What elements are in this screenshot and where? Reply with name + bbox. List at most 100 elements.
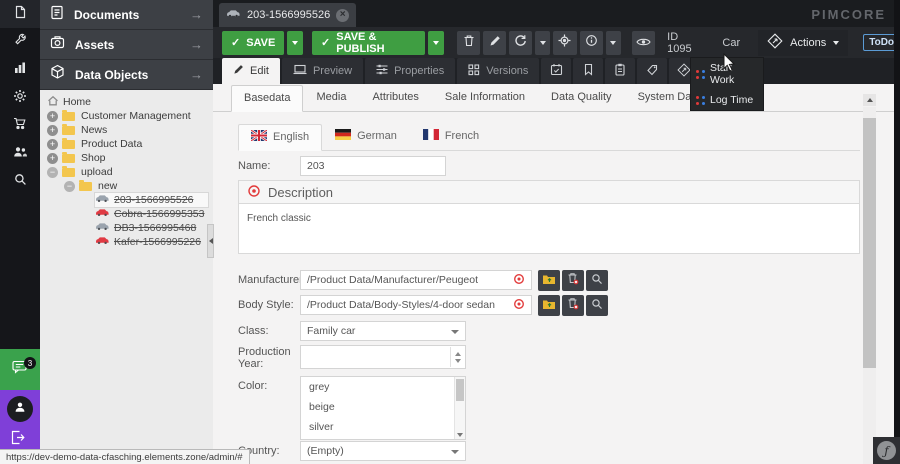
class-select[interactable]: Family car [300, 321, 466, 341]
tree-item-news[interactable]: + News [40, 123, 213, 137]
info-button[interactable] [580, 31, 603, 55]
users-rail-button[interactable] [0, 140, 40, 168]
open-preview-button[interactable] [632, 31, 655, 55]
selected-tree-row: 203-1566995526 [95, 193, 208, 207]
close-tab-icon[interactable]: × [336, 9, 349, 22]
color-list-scrollbar[interactable] [454, 377, 465, 439]
tree-item-shop[interactable]: + Shop [40, 151, 213, 165]
expand-plus-icon[interactable]: + [47, 139, 58, 150]
save-dropdown-button[interactable] [287, 31, 303, 55]
lang-tab-english[interactable]: English [238, 124, 322, 151]
eye-icon [636, 34, 651, 52]
folder-icon [79, 182, 92, 191]
left-icon-rail: 3 C9 [0, 0, 40, 464]
country-value: (Empty) [307, 445, 344, 457]
subtab-sale-information[interactable]: Sale Information [432, 84, 538, 111]
tree-item-db3[interactable]: DB3-1566995468 [40, 221, 213, 235]
accordion-documents[interactable]: Documents → [40, 0, 213, 30]
manufacturer-open-button[interactable] [538, 270, 560, 291]
country-select[interactable]: (Empty) [300, 441, 466, 461]
tree-item-customer-management[interactable]: + Customer Management [40, 109, 213, 123]
tab-bookmarks[interactable] [573, 58, 603, 84]
tree-item-home[interactable]: Home [40, 95, 213, 109]
color-option-silver[interactable]: silver [301, 417, 465, 437]
refresh-icon [514, 34, 527, 52]
body-style-open-button[interactable] [538, 295, 560, 316]
tab-preview[interactable]: Preview [282, 58, 363, 84]
save-button[interactable]: ✓ SAVE [222, 31, 284, 55]
save-publish-dropdown-button[interactable] [428, 31, 444, 55]
manufacturer-remove-button[interactable] [562, 270, 584, 291]
color-option-beige[interactable]: beige [301, 397, 465, 417]
accordion-assets[interactable]: Assets → [40, 30, 213, 60]
tree-item-kafer[interactable]: Kafer-1566995226 [40, 235, 213, 249]
tree-item-product-data[interactable]: + Product Data [40, 137, 213, 151]
body-style-href-input[interactable]: /Product Data/Body-Styles/4-door sedan [300, 295, 532, 315]
open-object-tab[interactable]: 203-1566995526 × [219, 3, 356, 27]
collapse-minus-icon[interactable]: − [47, 167, 58, 178]
tab-edit[interactable]: Edit [222, 58, 280, 84]
expand-plus-icon[interactable]: + [47, 111, 58, 122]
collapse-minus-icon[interactable]: − [64, 181, 75, 192]
tree-item-new[interactable]: − new [40, 179, 213, 193]
tree-item-203[interactable]: 203-1566995526 [40, 193, 213, 207]
tab-tags[interactable] [637, 58, 667, 84]
scrollbar-track[interactable] [863, 107, 876, 464]
manufacturer-search-button[interactable] [586, 270, 608, 291]
accordion-data-objects[interactable]: Data Objects → [40, 60, 213, 90]
rename-button[interactable] [483, 31, 506, 55]
reports-rail-button[interactable] [0, 56, 40, 84]
spinner-arrows[interactable] [450, 347, 464, 367]
info-icon [585, 34, 598, 52]
edit-panel-scrollbar[interactable] [863, 94, 877, 464]
settings-rail-button[interactable] [0, 28, 40, 56]
lang-tab-french[interactable]: French [410, 123, 492, 150]
workflow-transition-icon [696, 96, 705, 105]
reload-button[interactable] [509, 31, 532, 55]
subtab-attributes[interactable]: Attributes [359, 84, 431, 111]
notifications-rail-button[interactable]: 3 [0, 349, 40, 390]
tab-edit-label: Edit [250, 65, 269, 77]
actions-dropdown-button[interactable]: Actions [758, 30, 848, 56]
tree-item-upload[interactable]: − upload [40, 165, 213, 179]
scrollbar-thumb[interactable] [863, 118, 876, 368]
user-avatar[interactable] [7, 396, 33, 422]
reload-dropdown-button[interactable] [535, 31, 550, 55]
documents-rail-button[interactable] [0, 0, 40, 28]
search-rail-button[interactable] [0, 168, 40, 196]
tab-versions[interactable]: Versions [457, 58, 539, 84]
tab-schedule[interactable] [541, 58, 571, 84]
gear-rail-button[interactable] [0, 84, 40, 112]
save-publish-button[interactable]: ✓ SAVE & PUBLISH [312, 31, 425, 55]
subtab-basedata[interactable]: Basedata [231, 85, 303, 112]
lang-tab-german[interactable]: German [322, 123, 410, 150]
subtab-data-quality[interactable]: Data Quality [538, 84, 625, 111]
tab-notes[interactable] [605, 58, 635, 84]
body-style-remove-button[interactable] [562, 295, 584, 316]
info-dropdown-button[interactable] [606, 31, 621, 55]
ecommerce-rail-button[interactable] [0, 112, 40, 140]
expand-plus-icon[interactable]: + [47, 125, 58, 136]
scrollbar-thumb[interactable] [456, 379, 464, 401]
body-style-search-button[interactable] [586, 295, 608, 316]
production-year-spinner[interactable] [300, 345, 466, 369]
color-option-grey[interactable]: grey [301, 377, 465, 397]
delete-button[interactable] [457, 31, 480, 55]
description-editor[interactable]: French classic [238, 204, 860, 254]
tree-item-cobra[interactable]: Cobra-1566995353 [40, 207, 213, 221]
locate-in-tree-button[interactable] [553, 31, 576, 55]
scroll-up-button[interactable] [863, 94, 876, 106]
accordion-data-objects-label: Data Objects [75, 68, 190, 82]
trash-remove-icon [567, 297, 579, 315]
menu-item-log-time[interactable]: Log Time [691, 90, 763, 110]
sidebar-collapse-handle[interactable] [207, 224, 214, 258]
browser-overlay-widget[interactable]: ƒ [873, 437, 900, 464]
camera-icon [50, 35, 65, 54]
expand-plus-icon[interactable]: + [47, 153, 58, 164]
logout-button[interactable] [10, 430, 25, 450]
manufacturer-href-input[interactable]: /Product Data/Manufacturer/Peugeot [300, 270, 532, 290]
name-input[interactable]: 203 [300, 156, 446, 176]
color-multiselect[interactable]: grey beige silver [300, 376, 466, 440]
subtab-media[interactable]: Media [303, 84, 359, 111]
tab-properties[interactable]: Properties [365, 58, 455, 84]
